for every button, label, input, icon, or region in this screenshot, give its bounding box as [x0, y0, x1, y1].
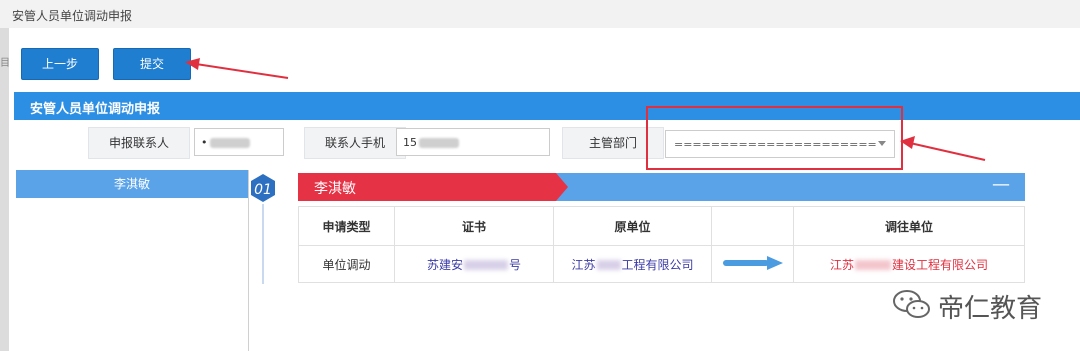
cell-original-unit: 江苏 工程有限公司 — [553, 245, 712, 283]
watermark-text: 帝仁教育 — [938, 294, 1043, 324]
col-header-certificate: 证书 — [394, 206, 554, 246]
blurred-text — [209, 138, 250, 148]
col-header-original-unit: 原单位 — [553, 206, 712, 246]
phone-value: 15 — [403, 136, 417, 149]
index-badge: 01 — [251, 174, 275, 202]
phone-label: 联系人手机 — [304, 127, 406, 159]
blurred-text — [419, 138, 459, 148]
contact-input[interactable]: • — [194, 128, 284, 156]
collapse-button[interactable]: — — [990, 175, 1012, 195]
col-header-target-unit: 调往单位 — [793, 206, 1025, 246]
blurred-text — [596, 260, 621, 270]
contact-value: • — [201, 136, 208, 149]
target-unit-start: 江苏 — [829, 257, 854, 272]
record-name-tag: 李淇敏 — [298, 173, 568, 201]
blurred-text — [464, 260, 508, 270]
phone-input[interactable]: 15 — [396, 128, 550, 156]
original-unit-start: 江苏 — [571, 257, 596, 272]
transfer-table: 申请类型 证书 原单位 调往单位 单位调动 苏建安 号 江苏 工程有限公司 江苏 建设… — [298, 206, 1025, 283]
section-header: 安管人员单位调动申报 — [14, 92, 1080, 120]
cell-arrow — [711, 245, 794, 283]
arrow-to-submit — [185, 58, 289, 79]
certificate-end: 号 — [509, 257, 522, 272]
section-title: 安管人员单位调动申报 — [30, 102, 161, 117]
index-number: 01 — [254, 182, 272, 198]
target-unit-end: 建设工程有限公司 — [892, 257, 989, 272]
cell-type: 单位调动 — [298, 245, 395, 283]
sidebar: 李淇敏 — [16, 170, 249, 351]
form-row: 申报联系人 • 联系人手机 15 主管部门 — [14, 124, 1080, 162]
annotation-highlight-box — [646, 106, 903, 170]
sidebar-item-person[interactable]: 李淇敏 — [16, 170, 248, 198]
cell-certificate: 苏建安 号 — [394, 245, 554, 283]
cell-target-unit: 江苏 建设工程有限公司 — [793, 245, 1025, 283]
contact-label: 申报联系人 — [88, 127, 190, 159]
record-name: 李淇敏 — [314, 181, 356, 197]
blurred-text — [855, 260, 891, 270]
timeline-line — [262, 204, 264, 284]
table-row: 单位调动 苏建安 号 江苏 工程有限公司 江苏 建设工程有限公司 — [298, 245, 1025, 283]
col-header-type: 申请类型 — [298, 206, 395, 246]
wechat-icon — [893, 290, 930, 318]
certificate-start: 苏建安 — [426, 257, 463, 272]
table-header-row: 申请类型 证书 原单位 调往单位 — [298, 206, 1025, 246]
original-unit-end: 工程有限公司 — [621, 257, 694, 272]
cell-type-text: 单位调动 — [322, 257, 371, 272]
arrow-right-icon — [722, 255, 783, 270]
col-header-arrow — [711, 206, 794, 246]
